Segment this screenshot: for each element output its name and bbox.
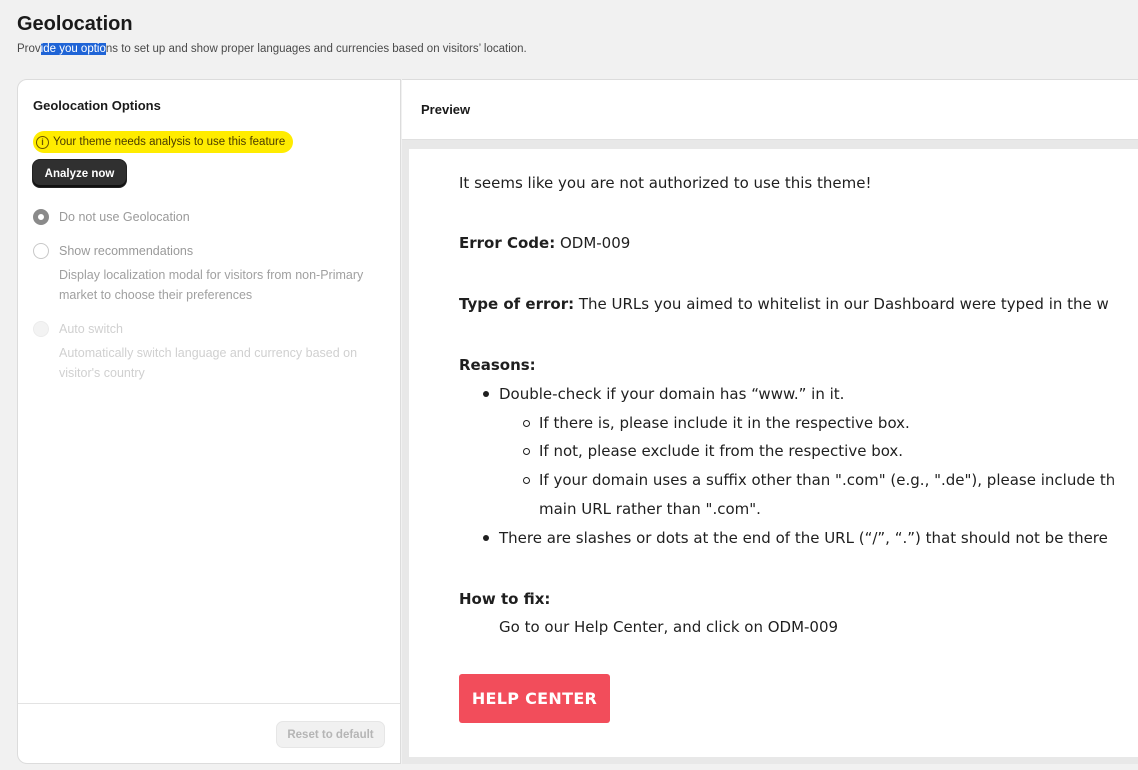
help-center-button[interactable]: HELP CENTER — [459, 674, 610, 723]
how-to-fix-label: How to fix: — [459, 590, 551, 608]
radio-option-auto-switch[interactable]: Auto switch — [33, 321, 123, 337]
radio-button-disabled[interactable] — [33, 321, 49, 337]
list-item-text: If your domain uses a suffix other than … — [539, 471, 1116, 489]
list-item: If your domain uses a suffix other than … — [523, 470, 1116, 490]
radio-label: Do not use Geolocation — [59, 210, 190, 224]
radio-button-checked[interactable] — [33, 209, 49, 225]
list-item: There are slashes or dots at the end of … — [483, 528, 1108, 548]
list-item-continued: main URL rather than ".com". — [539, 500, 761, 518]
list-item: If there is, please include it in the re… — [523, 413, 910, 433]
preview-panel: Preview It seems like you are not author… — [402, 79, 1138, 764]
error-type-label: Type of error: — [459, 295, 575, 313]
subtitle-start: Prov — [17, 43, 41, 55]
radio-description: Display localization modal for visitors … — [59, 268, 364, 302]
preview-header: Preview — [402, 80, 1138, 140]
auth-error-intro: It seems like you are not authorized to … — [459, 174, 872, 192]
overflow-fade — [1108, 149, 1138, 757]
list-item-text: If there is, please include it in the re… — [539, 414, 910, 432]
radio-button[interactable] — [33, 243, 49, 259]
preview-title: Preview — [421, 102, 471, 117]
subtitle-selected-text: ide you optio — [40, 43, 106, 55]
analyze-now-button[interactable]: Analyze now — [33, 160, 126, 187]
page-subtitle: Provide you options to set up and show p… — [17, 42, 527, 56]
error-type-value: The URLs you aimed to whitelist in our D… — [574, 295, 1109, 313]
page-header: Geolocation Provide you options to set u… — [17, 12, 527, 56]
options-title: Geolocation Options — [33, 98, 161, 113]
bullet-ring — [523, 477, 530, 484]
divider — [18, 703, 400, 704]
reasons-label: Reasons: — [459, 356, 536, 374]
error-code-label: Error Code: — [459, 234, 556, 252]
error-code-value: ODM-009 — [555, 234, 631, 252]
reset-to-default-button[interactable]: Reset to default — [276, 721, 385, 748]
subtitle-end: ns to set up and show proper languages a… — [105, 43, 527, 55]
bullet-dot — [483, 391, 489, 397]
radio-option-do-not-use[interactable]: Do not use Geolocation — [33, 209, 190, 225]
list-item-text: If not, please exclude it from the respe… — [539, 442, 904, 460]
info-icon: i — [36, 135, 49, 149]
radio-description: Automatically switch language and curren… — [59, 346, 358, 380]
geolocation-options-panel: Geolocation Options i Your theme needs a… — [17, 79, 401, 764]
error-type-line: Type of error: The URLs you aimed to whi… — [459, 294, 1109, 314]
warning-text: Your theme needs analysis to use this fe… — [53, 136, 286, 148]
radio-label: Show recommendations — [59, 244, 194, 258]
how-to-fix-text: Go to our Help Center, and click on ODM-… — [499, 618, 839, 636]
bullet-dot — [483, 535, 489, 541]
bullet-ring — [523, 420, 530, 427]
list-item-text: There are slashes or dots at the end of … — [499, 529, 1108, 547]
theme-analysis-warning-badge: i Your theme needs analysis to use this … — [33, 131, 294, 153]
list-item: If not, please exclude it from the respe… — [523, 441, 904, 461]
list-item: Double-check if your domain has “www.” i… — [483, 384, 845, 404]
radio-label: Auto switch — [59, 322, 123, 336]
page-title: Geolocation — [17, 13, 133, 35]
bullet-ring — [523, 448, 530, 455]
error-code-line: Error Code: ODM-009 — [459, 233, 630, 253]
radio-option-show-recommendations[interactable]: Show recommendations — [33, 243, 193, 259]
preview-content: It seems like you are not authorized to … — [409, 149, 1138, 757]
list-item-text: Double-check if your domain has “www.” i… — [499, 385, 845, 403]
